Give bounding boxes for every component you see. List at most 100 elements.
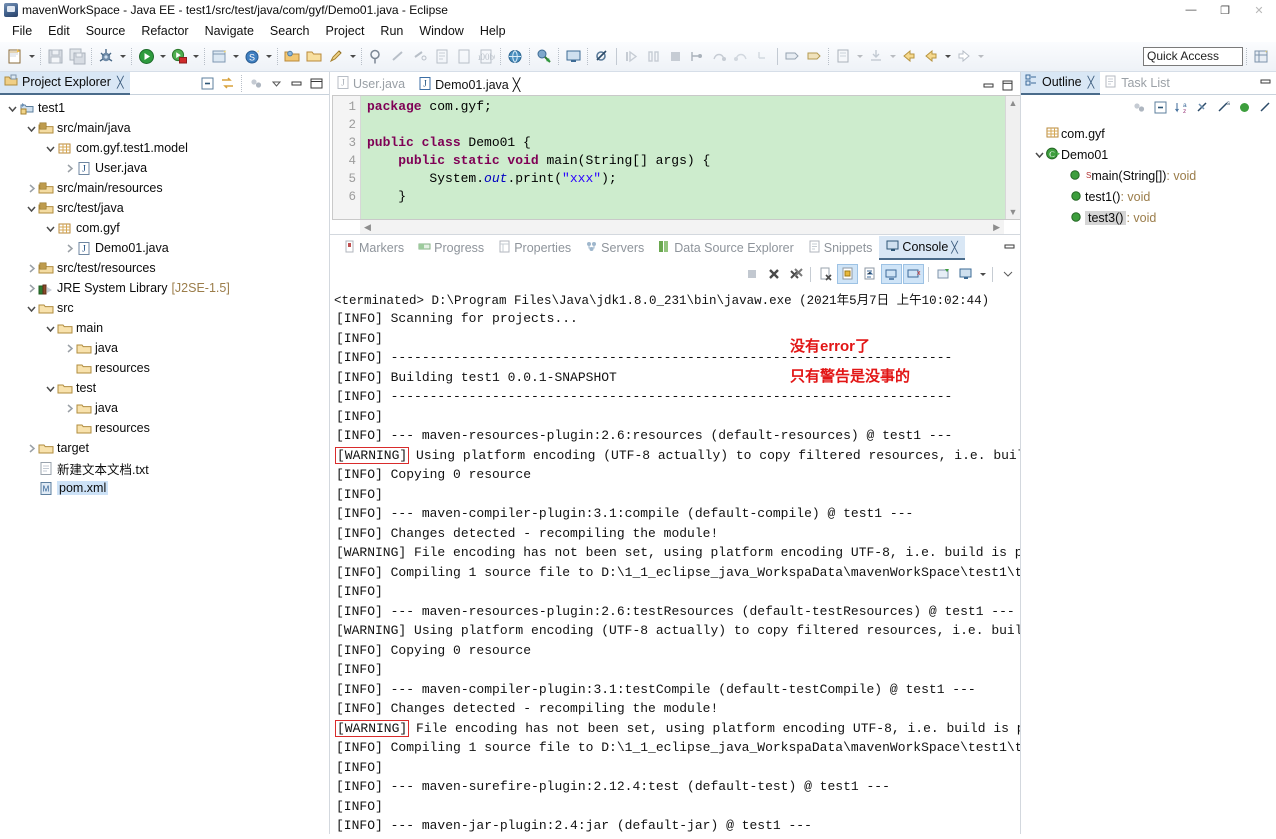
tree-node-target[interactable]: target [0,438,329,458]
tree-node-test[interactable]: test [0,378,329,398]
code-line[interactable]: public class Demo01 { [367,134,1005,152]
tab-project-explorer[interactable]: Project Explorer ╳ [0,71,130,95]
focus-on-active-task-icon[interactable] [1130,98,1148,116]
tab-properties[interactable]: Properties [491,236,578,260]
chevron-right-icon[interactable] [25,258,37,278]
last-edit-location-icon[interactable] [431,45,453,69]
tree-node-src[interactable]: src [0,298,329,318]
open-file-dropdown-icon[interactable] [854,45,865,69]
back-dropdown-icon[interactable] [942,45,953,69]
scroll-lock-icon[interactable] [837,264,858,284]
quick-access-input[interactable]: Quick Access [1143,47,1243,66]
collapse-all-icon[interactable] [1151,98,1169,116]
tree-node-java[interactable]: java [0,398,329,418]
open-file-icon[interactable] [832,45,854,69]
menu-item-file[interactable]: File [4,22,40,40]
tree-node-test1[interactable]: test1 [0,98,329,118]
terminate-icon[interactable] [664,45,686,69]
close-button[interactable]: ✕ [1242,0,1276,20]
view-menu-icon[interactable] [267,74,285,92]
clear-console-icon[interactable] [815,264,836,284]
minimize-icon[interactable] [287,74,305,92]
debug-dropdown-icon[interactable] [117,45,128,69]
outline-node-com-gyf[interactable]: com.gyf [1021,123,1276,144]
open-task-icon[interactable] [303,45,325,69]
toggle-breadcrumb-dropdown-icon[interactable] [347,45,358,69]
terminate-icon[interactable] [741,264,762,284]
drop-to-frame-icon[interactable] [752,45,774,69]
new-server-icon[interactable] [781,45,803,69]
tree-node-src-test-java[interactable]: src/test/java [0,198,329,218]
chevron-down-icon[interactable] [44,138,56,158]
tree-node-resources[interactable]: resources [0,418,329,438]
editor-horizontal-scrollbar[interactable]: ◀ ▶ [360,220,1004,234]
maximize-button[interactable]: ❐ [1208,0,1242,20]
code-line[interactable]: } [367,188,1005,206]
forward-icon[interactable] [953,45,975,69]
run-dropdown-icon[interactable] [157,45,168,69]
resume-icon[interactable] [620,45,642,69]
outline-node-test3[interactable]: test3() : void [1021,207,1276,228]
tree-node-java[interactable]: java [0,338,329,358]
console-output[interactable]: [INFO] Scanning for projects... [INFO] [IN… [330,309,1020,834]
close-icon[interactable]: ╳ [951,241,958,254]
open-perspective-icon[interactable] [533,45,555,69]
display-selected-console-icon[interactable] [955,264,976,284]
tab-task-list[interactable]: Task List [1100,72,1176,95]
new-java-class-dropdown-icon[interactable] [263,45,274,69]
debug-icon[interactable] [95,45,117,69]
chevron-right-icon[interactable] [63,338,75,358]
new-java-class-icon[interactable]: S [241,45,263,69]
scroll-down-icon[interactable]: ▼ [1009,207,1018,217]
maximize-icon[interactable] [307,74,325,92]
menu-item-edit[interactable]: Edit [40,22,78,40]
outline-tree[interactable]: com.gyf C Demo01 Smain(String[]) : void test… [1021,119,1276,834]
code-line[interactable]: package com.gyf; [367,98,1005,116]
show-whitespace-icon[interactable] [453,45,475,69]
chevron-right-icon[interactable] [63,238,75,258]
remove-launch-icon[interactable] [763,264,784,284]
code-line[interactable]: System.out.print("xxx"); [367,170,1005,188]
search-icon[interactable] [365,45,387,69]
project-tree[interactable]: test1 src/main/java com.gyf.test1.model J Us… [0,95,329,834]
back-icon[interactable] [898,45,920,69]
menu-item-search[interactable]: Search [262,22,318,40]
forward-dropdown-icon[interactable] [975,45,986,69]
new-wizard-dropdown-icon[interactable] [26,45,37,69]
step-over-icon[interactable] [708,45,730,69]
run-external-dropdown-icon[interactable] [190,45,201,69]
export-dropdown-icon[interactable] [887,45,898,69]
scroll-up-icon[interactable]: ▲ [1009,98,1018,108]
chevron-down-icon[interactable] [1033,145,1045,165]
show-console-on-output-icon[interactable] [881,264,902,284]
new-java-project-icon[interactable] [208,45,230,69]
word-wrap-icon[interactable] [859,264,880,284]
scroll-right-icon[interactable]: ▶ [993,222,1000,233]
open-console-view-icon[interactable] [562,45,584,69]
menu-item-window[interactable]: Window [411,22,471,40]
outline-node-demo01[interactable]: C Demo01 [1021,144,1276,165]
tab-servers[interactable]: Servers [578,236,651,260]
editor-vertical-scrollbar[interactable]: ▲ ▼ [1005,96,1020,219]
hide-local-types-icon[interactable] [1256,98,1274,116]
tree-node-src-test-resources[interactable]: src/test/resources [0,258,329,278]
tab-data-source-explorer[interactable]: Data Source Explorer [651,236,801,260]
new-java-project-dropdown-icon[interactable] [230,45,241,69]
chevron-right-icon[interactable] [63,398,75,418]
tab-console[interactable]: Console ╳ [879,236,965,260]
hide-static-icon[interactable]: s [1214,98,1232,116]
minimize-icon[interactable] [1259,75,1272,91]
tree-node-txt[interactable]: 新建文本文档.txt [0,458,329,478]
tab-snippets[interactable]: Snippets [801,236,880,260]
toggle-breadcrumb-icon[interactable] [325,45,347,69]
chevron-right-icon[interactable] [25,438,37,458]
save-icon[interactable] [44,45,66,69]
chevron-down-icon[interactable] [44,378,56,398]
editor-tab-user-java[interactable]: J User.java [330,72,412,95]
chevron-right-icon[interactable] [63,158,75,178]
view-menu-extra-icon[interactable] [247,74,265,92]
outline-node-test1[interactable]: test1() : void [1021,186,1276,207]
menu-item-run[interactable]: Run [372,22,411,40]
tree-node-com-gyf[interactable]: com.gyf [0,218,329,238]
minimize-icon[interactable] [982,79,995,95]
